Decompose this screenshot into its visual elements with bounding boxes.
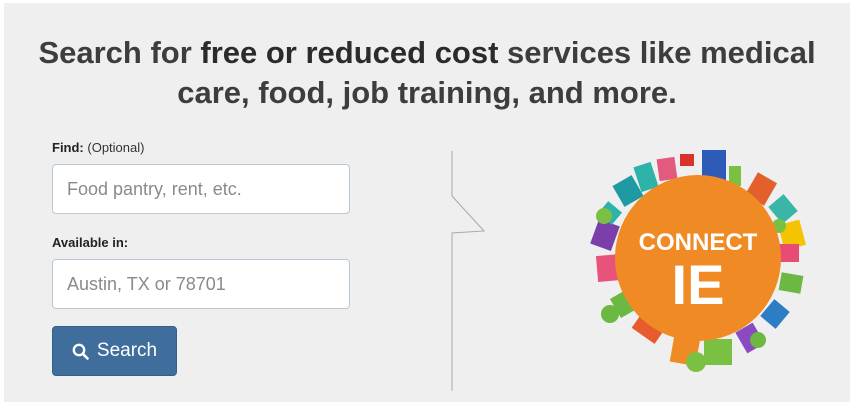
find-optional-text: (Optional) [87,140,145,155]
search-button-label: Search [96,340,158,361]
logo-text-ie: IE [672,253,725,316]
headline-prefix: Search for [38,35,201,70]
page-headline: Search for free or reduced cost services… [4,33,850,113]
search-button[interactable]: Search [52,326,177,376]
search-icon [72,343,89,360]
logo-text-connect: CONNECT [639,229,758,256]
find-label-text: Find: [52,140,84,155]
available-in-label: Available in: [52,235,129,250]
search-panel: Search for free or reduced cost services… [4,3,850,402]
location-input[interactable] [52,259,350,309]
find-label: Find: (Optional) [52,140,144,155]
headline-bold: free or reduced cost [200,35,499,70]
section-divider [451,151,486,391]
find-input[interactable] [52,164,350,214]
connect-ie-logo: CONNECT IE [590,150,806,372]
